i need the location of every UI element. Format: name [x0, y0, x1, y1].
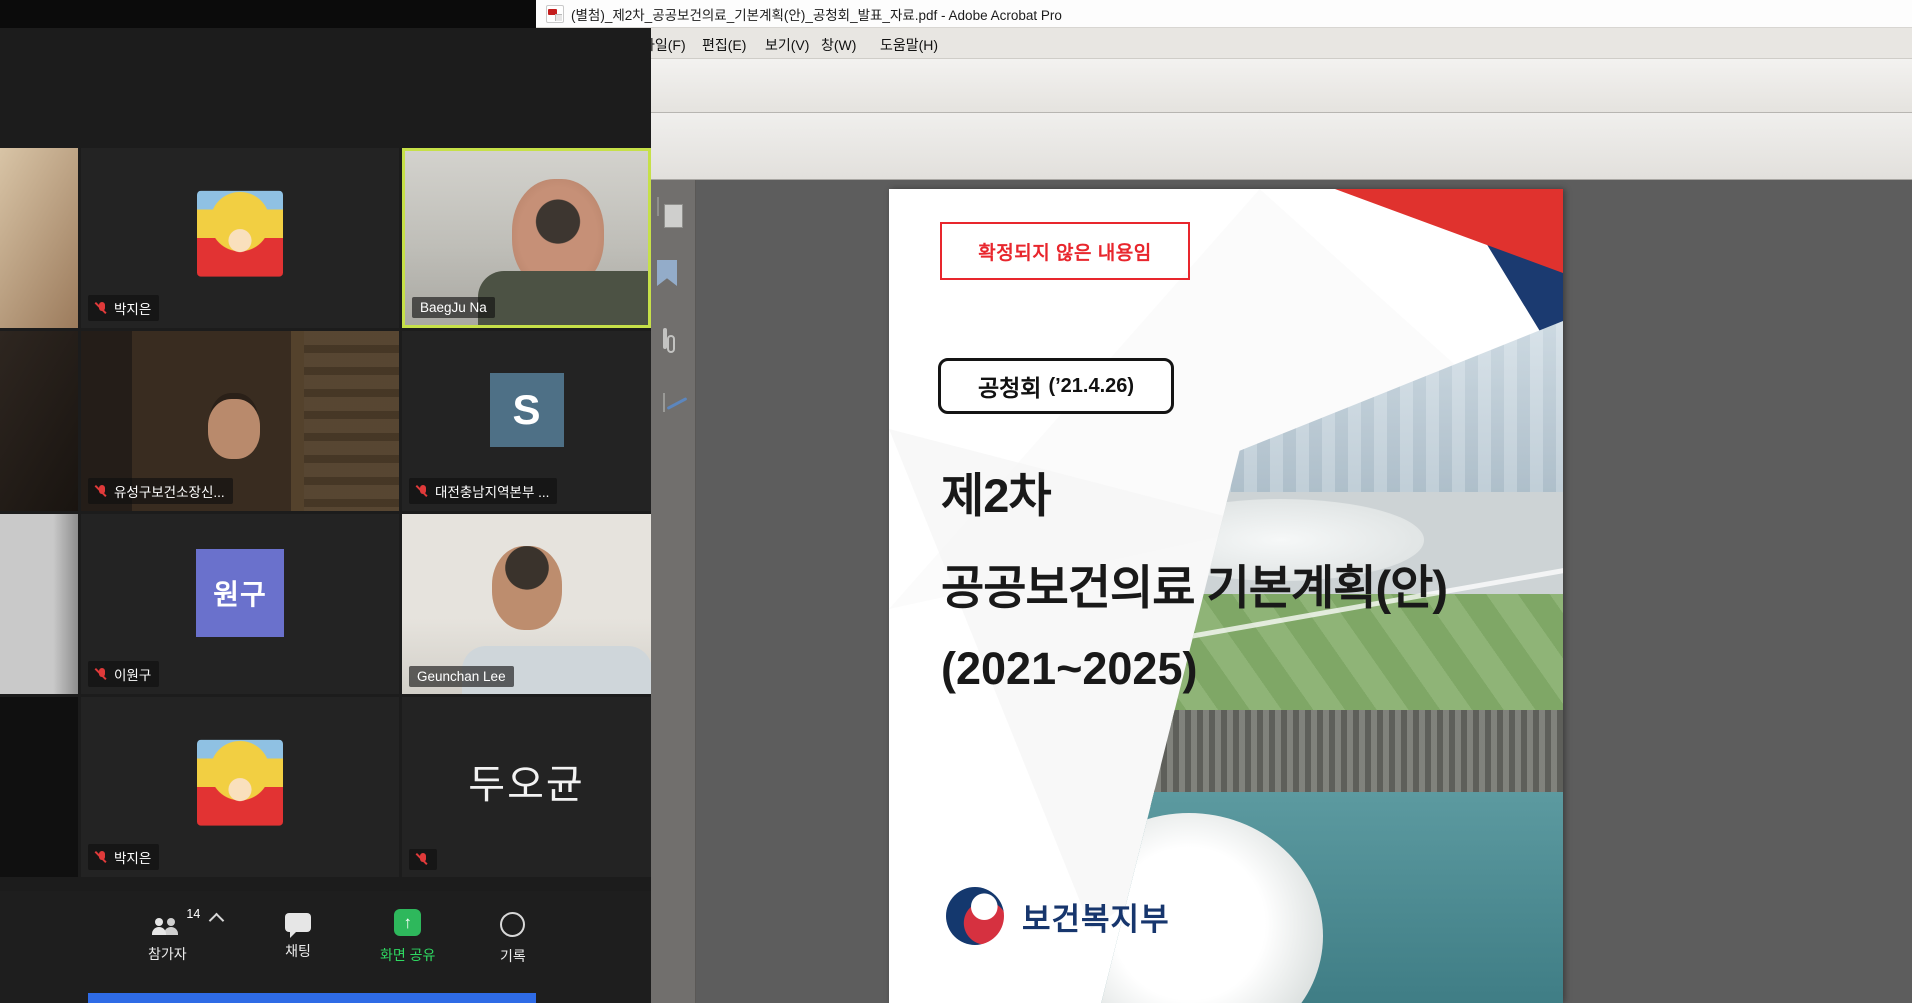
- participant-name: BaegJu Na: [420, 300, 487, 315]
- person-icon: [164, 927, 178, 935]
- record-label: 기록: [500, 946, 526, 966]
- warning-stamp-box: 확정되지 않은 내용임: [940, 222, 1190, 280]
- avatar: 원구: [196, 549, 284, 637]
- chat-icon: [285, 913, 311, 932]
- video-tile[interactable]: 원구 이원구: [81, 514, 399, 694]
- video-tile[interactable]: Geunchan Lee: [402, 514, 651, 694]
- record-button[interactable]: 기록: [500, 909, 526, 966]
- acrobat-nav-toolbar: ▲ ▼ / 41 + ↑←→: [536, 113, 1912, 180]
- attachments-icon[interactable]: [663, 328, 667, 349]
- avatar-letter: S: [512, 386, 540, 434]
- participant-name-label: BaegJu Na: [412, 297, 495, 318]
- participants-label: 참가자: [148, 944, 187, 964]
- participant-name-label: 박지은: [88, 844, 159, 870]
- document-title-line2: 공공보건의료 기본계획(안): [941, 549, 1447, 618]
- participant-name-label: 이원구: [88, 661, 159, 687]
- mic-muted-icon: [96, 484, 108, 499]
- corner-red-triangle: [1335, 189, 1563, 273]
- zoom-meeting-window: 박지은 BaegJu Na 유성구보건소장신... S 대전충남지역본부 ...…: [0, 28, 651, 1003]
- avatar-letter: 원구: [213, 573, 267, 613]
- video-tile-partial[interactable]: [0, 148, 78, 328]
- mic-muted-icon: [417, 852, 429, 867]
- document-title-line3: (2021~2025): [941, 643, 1197, 695]
- mic-muted-icon: [417, 484, 429, 499]
- menu-edit[interactable]: 편집(E): [696, 33, 752, 57]
- participant-name-label: [409, 849, 437, 870]
- signatures-icon[interactable]: [663, 393, 665, 412]
- video-tile[interactable]: 박지은: [81, 148, 399, 328]
- video-feed: [0, 331, 78, 511]
- video-tile[interactable]: 박지은: [81, 697, 399, 877]
- window-title: (별첨)_제2차_공공보건의료_기본계획(안)_공청회_발표_자료.pdf - …: [571, 4, 1062, 24]
- mic-muted-icon: [96, 850, 108, 865]
- session-date-text: (’21.4.26): [1048, 375, 1134, 398]
- menu-view[interactable]: 보기(V): [759, 33, 815, 57]
- acrobat-titlebar: (별첨)_제2차_공공보건의료_기본계획(안)_공청회_발표_자료.pdf - …: [536, 0, 1912, 28]
- menu-window[interactable]: 창(W): [815, 33, 862, 57]
- mic-muted-icon: [96, 301, 108, 316]
- participant-name: 유성구보건소장신...: [114, 481, 225, 501]
- session-badge-box: 공청회 (’21.4.26): [938, 358, 1174, 414]
- avatar: S: [490, 373, 564, 447]
- participant-name: 대전충남지역본부 ...: [435, 481, 549, 501]
- participant-name: 이원구: [114, 664, 151, 684]
- zoom-toolbar: 14 참가자 채팅 ↑ 화면 공유 기록: [0, 891, 651, 1003]
- participant-big-name: 두오균: [402, 752, 651, 810]
- warning-stamp-text: 확정되지 않은 내용임: [978, 238, 1151, 265]
- participant-name: Geunchan Lee: [417, 669, 506, 684]
- bookmarks-icon[interactable]: [657, 260, 677, 286]
- video-tile-partial[interactable]: [0, 697, 78, 877]
- menu-help[interactable]: 도움말(H): [874, 33, 944, 57]
- session-badge-text: 공청회: [978, 369, 1041, 403]
- ministry-logo-text: 보건복지부: [1022, 894, 1170, 939]
- acrobat-window: (별첨)_제2차_공공보건의료_기본계획(안)_공청회_발표_자료.pdf - …: [536, 0, 1912, 1003]
- ministry-logo: 보건복지부: [946, 887, 1170, 945]
- pdf-viewer-area[interactable]: 확정되지 않은 내용임 공청회 (’21.4.26) 제2차 공공보건의료 기본…: [696, 180, 1912, 1003]
- person-icon: [152, 927, 166, 935]
- chevron-up-icon[interactable]: [209, 913, 225, 929]
- participant-name-label: 대전충남지역본부 ...: [409, 478, 557, 504]
- avatar: [197, 191, 283, 277]
- chat-label: 채팅: [285, 941, 311, 961]
- taskbar-strip[interactable]: [88, 993, 536, 1003]
- pdf-file-icon: [546, 5, 564, 23]
- record-icon: [500, 912, 525, 937]
- participant-name-label: 박지은: [88, 295, 159, 321]
- ministry-logo-icon: [946, 887, 1004, 945]
- participant-name-label: 유성구보건소장신...: [88, 478, 233, 504]
- pdf-page: 확정되지 않은 내용임 공청회 (’21.4.26) 제2차 공공보건의료 기본…: [889, 189, 1563, 1003]
- participant-name: 박지은: [114, 298, 151, 318]
- acrobat-menubar: 파일(F) 편집(E) 보기(V) 창(W) 도움말(H): [536, 28, 1912, 59]
- document-title-line1: 제2차: [941, 457, 1051, 526]
- video-tile[interactable]: 두오균: [402, 697, 651, 877]
- avatar: [197, 740, 283, 826]
- video-feed: [0, 697, 78, 877]
- share-screen-icon: ↑: [394, 909, 421, 936]
- participant-count: 14: [186, 907, 200, 921]
- participant-name: 박지은: [114, 847, 151, 867]
- video-feed: [0, 514, 78, 694]
- acrobat-main-toolbar: 만들기 ⚙ T ✕ ➜ ➜: [536, 59, 1912, 113]
- mic-muted-icon: [96, 667, 108, 682]
- share-screen-label: 화면 공유: [380, 945, 435, 965]
- video-tile[interactable]: S 대전충남지역본부 ...: [402, 331, 651, 511]
- participants-button[interactable]: 14 참가자: [148, 909, 187, 964]
- video-tile-active-speaker[interactable]: BaegJu Na: [402, 148, 651, 328]
- share-screen-button[interactable]: ↑ 화면 공유: [380, 909, 435, 965]
- video-tile-partial[interactable]: [0, 514, 78, 694]
- video-tile[interactable]: 유성구보건소장신...: [81, 331, 399, 511]
- video-tile-partial[interactable]: [0, 331, 78, 511]
- video-feed: [0, 148, 78, 328]
- participant-name-label: Geunchan Lee: [409, 666, 514, 687]
- chat-button[interactable]: 채팅: [285, 909, 311, 961]
- acrobat-side-panel: [648, 180, 696, 1003]
- participants-icon: 14: [150, 909, 184, 935]
- page-thumbnails-icon[interactable]: [657, 197, 659, 216]
